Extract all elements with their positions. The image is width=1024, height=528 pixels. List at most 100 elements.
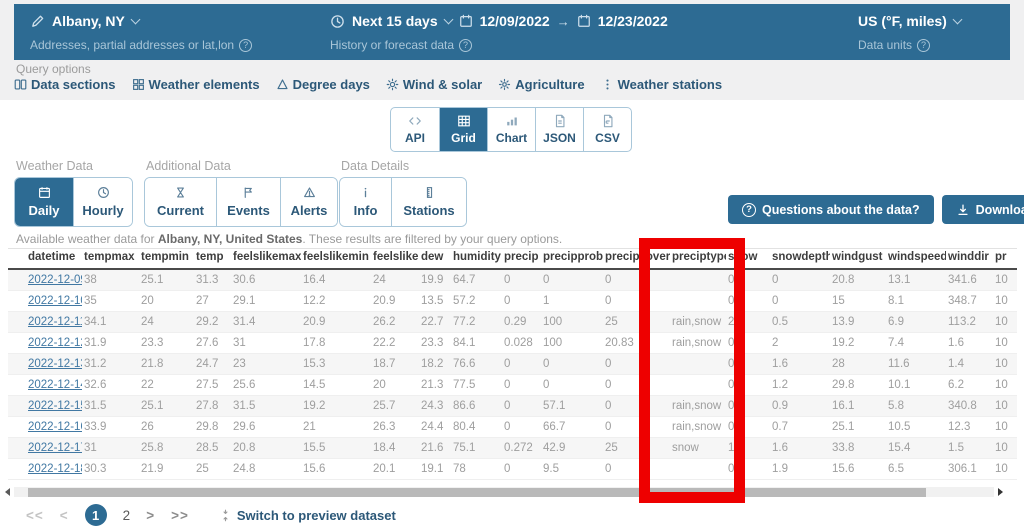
help-icon[interactable]: ? bbox=[239, 39, 252, 52]
date-link[interactable]: 2022-12-13 bbox=[28, 358, 82, 370]
data-cell: 15.6 bbox=[830, 458, 886, 479]
data-cell: rain,snow bbox=[670, 395, 726, 416]
data-cell: 20.8 bbox=[830, 269, 886, 290]
scroll-left-arrow-icon[interactable] bbox=[5, 488, 10, 496]
tab-json[interactable]: JSON bbox=[535, 108, 583, 151]
data-cell bbox=[670, 353, 726, 374]
download-button[interactable]: Download bbox=[942, 195, 1024, 224]
switch-icon bbox=[219, 509, 232, 522]
tab-chart[interactable]: Chart bbox=[487, 108, 535, 151]
datetime-cell[interactable]: 2022-12-13 bbox=[8, 353, 82, 374]
weather-elements-icon bbox=[132, 78, 145, 91]
data-cell: 24.8 bbox=[231, 458, 301, 479]
table-row: 2022-12-1331.221.824.72315.318.718.276.6… bbox=[8, 353, 1017, 374]
events-button[interactable]: Events bbox=[216, 178, 280, 226]
datetime-cell[interactable]: 2022-12-14 bbox=[8, 374, 82, 395]
current-button[interactable]: Current bbox=[145, 178, 216, 226]
help-icon[interactable]: ? bbox=[917, 39, 930, 52]
data-cell: 0 bbox=[603, 395, 670, 416]
data-cell: 25.8 bbox=[139, 437, 194, 458]
scroll-right-arrow-icon[interactable] bbox=[998, 488, 1003, 496]
data-cell: 6.2 bbox=[946, 374, 993, 395]
switch-preview-dataset-link[interactable]: Switch to preview dataset bbox=[219, 508, 396, 523]
date-link[interactable]: 2022-12-10 bbox=[28, 295, 82, 307]
horizontal-scrollbar[interactable] bbox=[2, 486, 1006, 498]
datetime-cell[interactable]: 2022-12-17 bbox=[8, 437, 82, 458]
data-cell: 25.6 bbox=[231, 374, 301, 395]
data-cell: 0 bbox=[726, 269, 770, 290]
alerts-button[interactable]: Alerts bbox=[280, 178, 337, 226]
agriculture-icon bbox=[498, 78, 511, 91]
data-cell: 16.1 bbox=[830, 395, 886, 416]
data-cell bbox=[670, 374, 726, 395]
location-hint: Addresses, partial addresses or lat,lon … bbox=[30, 38, 252, 52]
datetime-cell[interactable]: 2022-12-10 bbox=[8, 290, 82, 311]
datetime-cell[interactable]: 2022-12-09 bbox=[8, 269, 82, 290]
tab-api[interactable]: API bbox=[391, 108, 439, 151]
last-page-button[interactable]: >> bbox=[171, 508, 189, 523]
data-cell: 25 bbox=[194, 458, 231, 479]
daily-button[interactable]: Daily bbox=[15, 178, 73, 226]
data-cell: 23.3 bbox=[419, 332, 451, 353]
units-selector[interactable]: US (°F, miles) bbox=[858, 13, 961, 29]
date-link[interactable]: 2022-12-16 bbox=[28, 421, 82, 433]
prev-page-button[interactable]: < bbox=[60, 508, 69, 523]
tab-csv[interactable]: CSV bbox=[583, 108, 631, 151]
data-cell: 13.9 bbox=[830, 311, 886, 332]
datetime-cell[interactable]: 2022-12-16 bbox=[8, 416, 82, 437]
stations-button[interactable]: Stations bbox=[391, 178, 466, 226]
query-item-data-sections[interactable]: Data sections bbox=[14, 77, 116, 92]
data-cell: 38 bbox=[82, 269, 139, 290]
date-link[interactable]: 2022-12-14 bbox=[28, 379, 82, 391]
date-link[interactable]: 2022-12-18 bbox=[28, 463, 82, 475]
query-item-wind-solar[interactable]: Wind & solar bbox=[386, 77, 482, 92]
query-options-menu: Data sections Weather elements Degree da… bbox=[14, 77, 722, 92]
column-header-precip: precip bbox=[502, 249, 541, 270]
page-1-button[interactable]: 1 bbox=[85, 504, 107, 526]
column-header-feelslikemin: feelslikemin bbox=[301, 249, 371, 270]
location-selector[interactable]: Albany, NY bbox=[30, 13, 139, 29]
query-item-degree-days[interactable]: Degree days bbox=[276, 77, 370, 92]
page-2-button[interactable]: 2 bbox=[123, 508, 131, 523]
scrollbar-thumb[interactable] bbox=[28, 488, 926, 497]
tab-grid[interactable]: Grid bbox=[439, 108, 487, 151]
questions-button[interactable]: ? Questions about the data? bbox=[728, 195, 934, 224]
help-icon[interactable]: ? bbox=[459, 39, 472, 52]
start-date[interactable]: 12/09/2022 bbox=[480, 13, 550, 29]
data-cell: 100 bbox=[541, 332, 603, 353]
data-cell: 9.5 bbox=[541, 458, 603, 479]
table-row: 2022-12-1231.923.327.63117.822.223.384.1… bbox=[8, 332, 1017, 353]
hourly-button[interactable]: Hourly bbox=[73, 178, 132, 226]
datetime-cell[interactable]: 2022-12-15 bbox=[8, 395, 82, 416]
data-cell: 0 bbox=[726, 290, 770, 311]
datetime-cell[interactable]: 2022-12-12 bbox=[8, 332, 82, 353]
table-container: datetimetempmaxtempmintempfeelslikemaxfe… bbox=[8, 248, 1018, 480]
date-link[interactable]: 2022-12-15 bbox=[28, 400, 82, 412]
data-cell: 2 bbox=[770, 332, 830, 353]
pencil-icon bbox=[30, 14, 45, 29]
column-header-datetime: datetime bbox=[8, 249, 82, 270]
data-cell: 14.5 bbox=[301, 374, 371, 395]
info-button[interactable]: Info bbox=[340, 178, 391, 226]
first-page-button[interactable]: << bbox=[26, 508, 44, 523]
query-item-agriculture[interactable]: Agriculture bbox=[498, 77, 584, 92]
data-cell: 1 bbox=[541, 290, 603, 311]
period-selector[interactable]: Next 15 days 12/09/2022 → 12/23/2022 bbox=[330, 13, 668, 29]
data-cell: 20.9 bbox=[371, 290, 419, 311]
calendar-icon bbox=[577, 14, 591, 28]
query-item-weather-stations[interactable]: Weather stations bbox=[601, 77, 723, 92]
date-link[interactable]: 2022-12-11 bbox=[28, 316, 82, 328]
query-item-weather-elements[interactable]: Weather elements bbox=[132, 77, 260, 92]
date-link[interactable]: 2022-12-12 bbox=[28, 337, 82, 349]
end-date[interactable]: 12/23/2022 bbox=[598, 13, 668, 29]
data-cell: 10 bbox=[993, 395, 1017, 416]
next-page-button[interactable]: > bbox=[146, 508, 155, 523]
weather-query-page: Albany, NY Addresses, partial addresses … bbox=[0, 0, 1024, 528]
column-header-precipprob: precipprob bbox=[541, 249, 603, 270]
date-link[interactable]: 2022-12-09 bbox=[28, 274, 82, 286]
date-link[interactable]: 2022-12-17 bbox=[28, 442, 82, 454]
top-header-bar: Albany, NY Addresses, partial addresses … bbox=[14, 4, 1010, 60]
datetime-cell[interactable]: 2022-12-11 bbox=[8, 311, 82, 332]
datetime-cell[interactable]: 2022-12-18 bbox=[8, 458, 82, 479]
data-cell: 35 bbox=[82, 290, 139, 311]
